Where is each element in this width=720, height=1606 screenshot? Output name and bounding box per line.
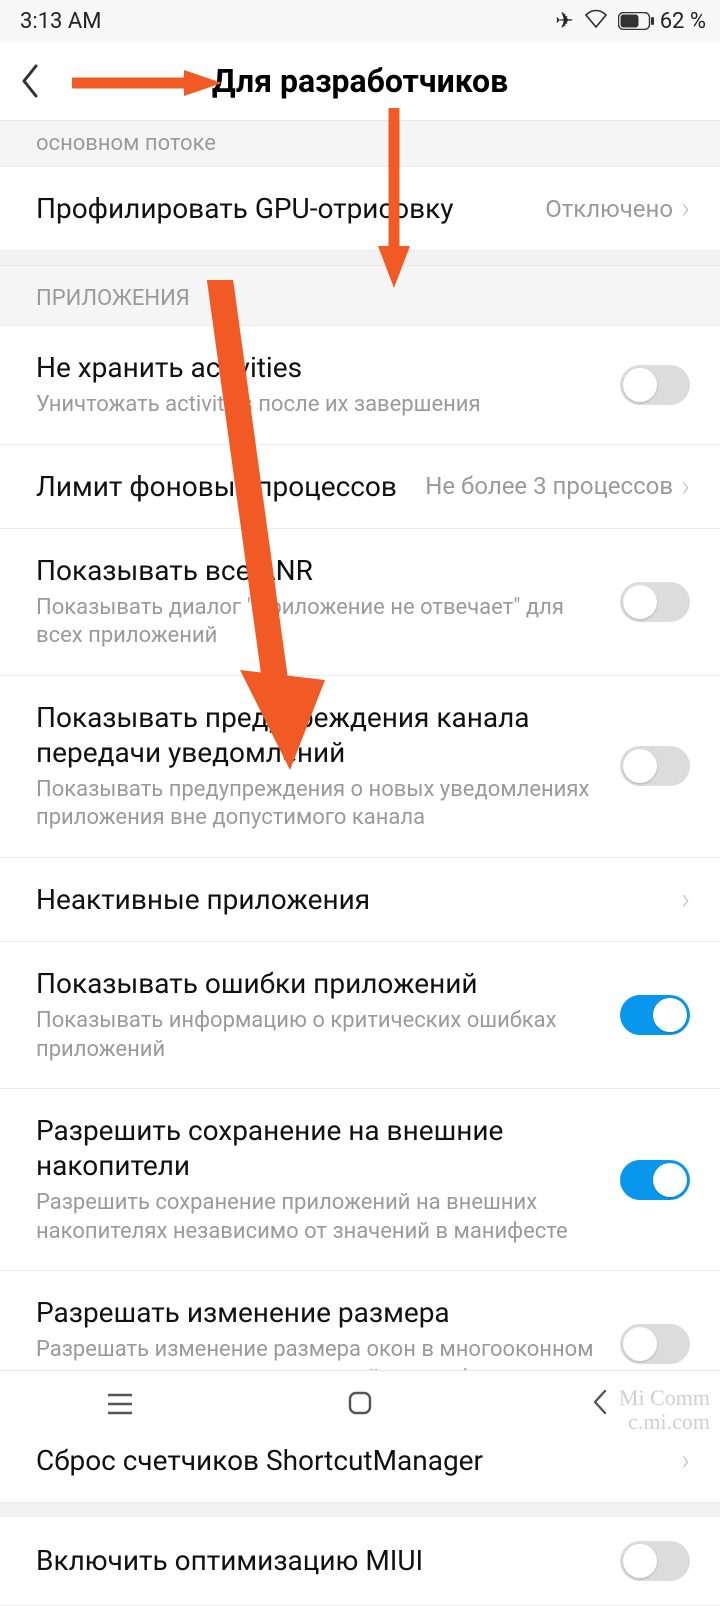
row-title: Неактивные приложения [36, 882, 665, 917]
section-header-apps: ПРИЛОЖЕНИЯ [0, 265, 720, 326]
toggle-anr[interactable] [620, 582, 690, 622]
row-show-app-errors[interactable]: Показывать ошибки приложений Показывать … [0, 942, 720, 1089]
row-title: Разрешить сохранение на внешние накопите… [36, 1113, 604, 1183]
section-gap [0, 251, 720, 265]
section-header-prev: основном потоке [0, 120, 720, 167]
row-miui-optimization[interactable]: Включить оптимизацию MIUI [0, 1517, 720, 1606]
back-button[interactable] [0, 64, 60, 98]
android-navbar [0, 1370, 720, 1440]
row-sub: Уничтожать activities после их завершени… [36, 391, 604, 420]
row-title: Показывать все ANR [36, 553, 604, 588]
row-profile-gpu[interactable]: Профилировать GPU-отрисовку Отключено › [0, 167, 720, 251]
toggle-no-keep[interactable] [620, 365, 690, 405]
chevron-right-icon: › [681, 1443, 690, 1478]
row-title: Показывать ошибки приложений [36, 966, 604, 1001]
apps-list: Не хранить activities Уничтожать activit… [0, 326, 720, 1503]
row-sub: Показывать предупреждения о новых уведом… [36, 776, 604, 833]
battery-pct: 62 % [660, 9, 706, 34]
status-time: 3:13 AM [20, 9, 101, 34]
row-title: Лимит фоновых процессов [36, 469, 409, 504]
toggle-resize[interactable] [620, 1324, 690, 1364]
row-value: Отключено [545, 195, 673, 223]
toggle-external[interactable] [620, 1160, 690, 1200]
row-allow-external[interactable]: Разрешить сохранение на внешние накопите… [0, 1089, 720, 1271]
row-sub: Показывать диалог "Приложение не отвечае… [36, 594, 604, 651]
page-title: Для разработчиков [0, 62, 720, 100]
toggle-app-errors[interactable] [620, 995, 690, 1035]
miui-list: Включить оптимизацию MIUI [0, 1517, 720, 1606]
nav-home-button[interactable] [300, 1388, 420, 1423]
header: Для разработчиков [0, 42, 720, 120]
toggle-notif-warn[interactable] [620, 746, 690, 786]
row-sub: Показывать информацию о критических ошиб… [36, 1007, 604, 1064]
status-right: ✈ 62 % [555, 8, 706, 34]
row-notif-channel-warn[interactable]: Показывать предупреждения канала передач… [0, 676, 720, 858]
row-sub: Разрешить сохранение приложений на внешн… [36, 1189, 604, 1246]
row-title: Профилировать GPU-отрисовку [36, 191, 529, 226]
row-title: Разрешать изменение размера [36, 1295, 604, 1330]
row-title: Включить оптимизацию MIUI [36, 1543, 604, 1578]
row-title: Сброс счетчиков ShortcutManager [36, 1443, 665, 1478]
chevron-right-icon: › [681, 191, 690, 226]
row-value: Не более 3 процессов [425, 472, 673, 500]
status-bar: 3:13 AM ✈ 62 % [0, 0, 720, 42]
row-bg-process-limit[interactable]: Лимит фоновых процессов Не более 3 проце… [0, 445, 720, 529]
row-inactive-apps[interactable]: Неактивные приложения › [0, 858, 720, 942]
toggle-miui-opt[interactable] [620, 1541, 690, 1581]
nav-recent-button[interactable] [60, 1388, 180, 1423]
nav-back-button[interactable] [540, 1388, 660, 1423]
row-title: Показывать предупреждения канала передач… [36, 700, 604, 770]
chevron-right-icon: › [681, 882, 690, 917]
row-show-all-anr[interactable]: Показывать все ANR Показывать диалог "Пр… [0, 529, 720, 676]
section-gap [0, 1503, 720, 1517]
wifi-icon [584, 8, 608, 34]
chevron-right-icon: › [681, 469, 690, 504]
row-no-keep-activities[interactable]: Не хранить activities Уничтожать activit… [0, 326, 720, 445]
battery-icon: 62 % [618, 9, 706, 34]
airplane-icon: ✈ [555, 9, 573, 34]
row-title: Не хранить activities [36, 350, 604, 385]
